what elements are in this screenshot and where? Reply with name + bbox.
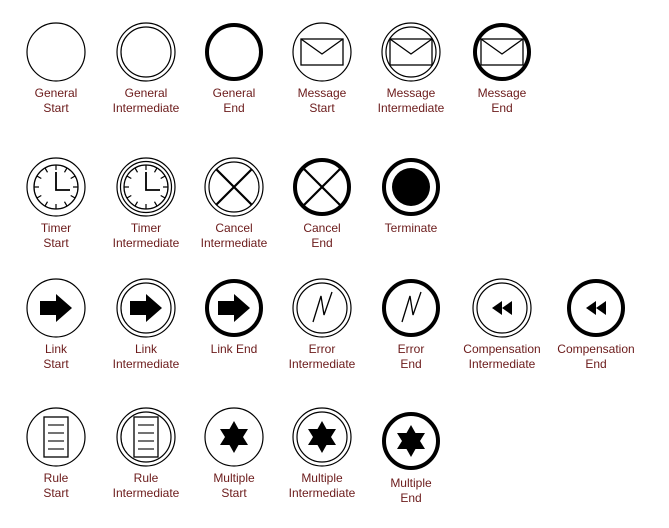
rule-start-event-icon — [26, 407, 86, 467]
general-start-event-icon — [26, 22, 86, 82]
message-start-event-icon — [292, 22, 352, 82]
multiple-intermediate-event-icon — [292, 407, 352, 467]
message-end-event-icon — [473, 23, 531, 81]
rule-intermediate-event-icon — [116, 407, 176, 467]
general-intermediate-event-icon — [116, 22, 176, 82]
cancel-end-event-icon — [293, 158, 351, 216]
error-end-event-icon — [382, 279, 440, 337]
label-multiple-end: Multiple End — [390, 476, 432, 505]
terminate-event-icon — [382, 158, 440, 216]
timer-start-event-icon — [26, 157, 86, 217]
multiple-end-event-icon — [382, 412, 440, 470]
general-end-event-icon — [205, 23, 263, 81]
message-intermediate-event-icon — [381, 22, 441, 82]
multiple-start-event-icon — [204, 407, 264, 467]
cancel-intermediate-event-icon — [204, 157, 264, 217]
label-compensation-end: Compensation End — [557, 342, 635, 371]
compensation-intermediate-event-icon — [472, 278, 532, 338]
label-terminate: Terminate — [384, 221, 438, 235]
link-end-event-icon — [205, 279, 263, 337]
error-intermediate-event-icon — [292, 278, 352, 338]
link-start-event-icon — [26, 278, 86, 338]
bpmn-event-shapes — [26, 22, 625, 470]
label-message-end: Message End — [477, 86, 527, 115]
timer-intermediate-event-icon — [116, 157, 176, 217]
link-intermediate-event-icon — [116, 278, 176, 338]
compensation-end-event-icon — [567, 279, 625, 337]
